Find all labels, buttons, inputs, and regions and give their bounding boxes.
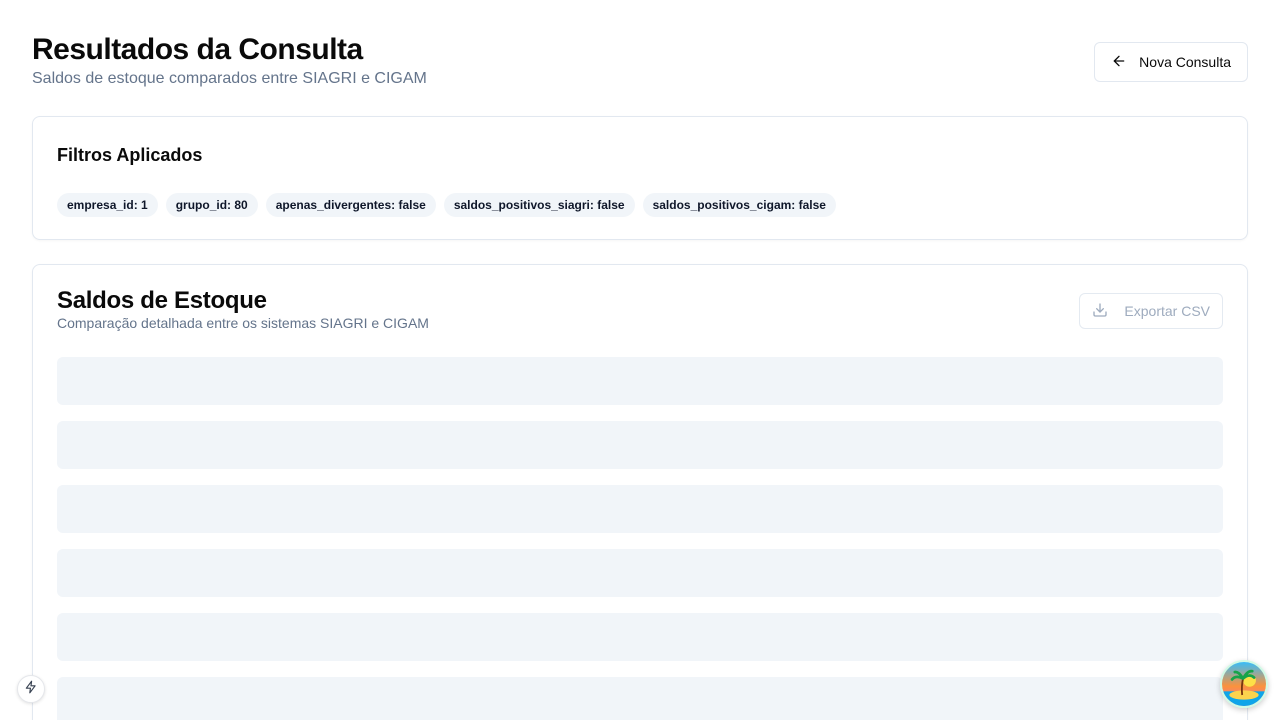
skeleton-row <box>57 613 1223 661</box>
stock-title: Saldos de Estoque <box>57 287 267 314</box>
filter-badge: saldos_positivos_siagri: false <box>443 193 635 217</box>
new-query-button[interactable]: Nova Consulta <box>1094 42 1248 82</box>
lightning-icon <box>24 680 38 699</box>
palm-beach-avatar-icon <box>1222 662 1266 706</box>
skeleton-row <box>57 549 1223 597</box>
export-csv-button[interactable]: Exportar CSV <box>1079 293 1223 329</box>
page: Resultados da Consulta Saldos de estoque… <box>0 0 1280 720</box>
skeleton-row <box>57 421 1223 469</box>
dev-tools-button[interactable] <box>17 675 45 703</box>
filter-badge: apenas_divergentes: false <box>265 193 436 217</box>
stock-description: Comparação detalhada entre os sistemas S… <box>57 315 429 331</box>
page-header: Resultados da Consulta Saldos de estoque… <box>32 32 1248 92</box>
filter-badge: empresa_id: 1 <box>57 193 158 217</box>
filters-title: Filtros Aplicados <box>57 145 203 165</box>
page-title: Resultados da Consulta <box>32 33 363 66</box>
filters-card: Filtros Aplicados empresa_id: 1 grupo_id… <box>32 116 1248 240</box>
loading-skeleton <box>57 357 1223 720</box>
filter-badge: saldos_positivos_cigam: false <box>642 193 836 217</box>
new-query-label: Nova Consulta <box>1139 54 1231 70</box>
export-csv-label: Exportar CSV <box>1124 303 1210 319</box>
stock-card: Saldos de Estoque Comparação detalhada e… <box>32 264 1248 720</box>
page-subtitle: Saldos de estoque comparados entre SIAGR… <box>32 70 427 87</box>
filter-badges: empresa_id: 1 grupo_id: 80 apenas_diverg… <box>57 193 836 217</box>
arrow-left-icon <box>1111 53 1127 72</box>
skeleton-row <box>57 677 1223 720</box>
filter-badge: grupo_id: 80 <box>165 193 258 217</box>
avatar[interactable] <box>1220 660 1268 708</box>
download-icon <box>1092 302 1108 321</box>
skeleton-row <box>57 357 1223 405</box>
skeleton-row <box>57 485 1223 533</box>
